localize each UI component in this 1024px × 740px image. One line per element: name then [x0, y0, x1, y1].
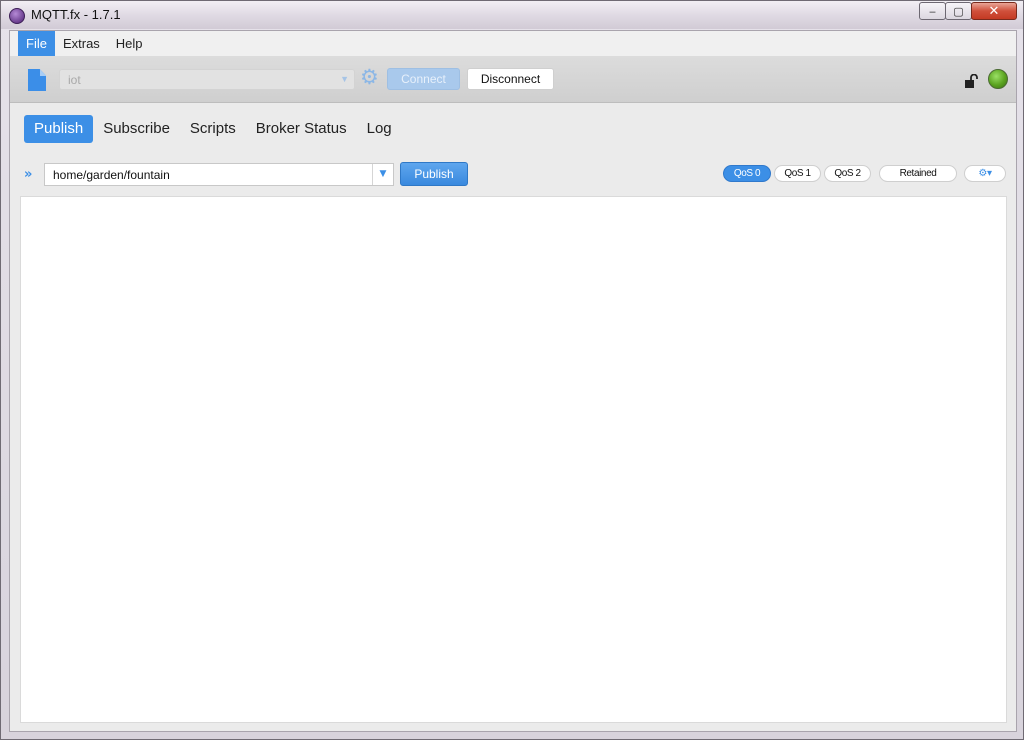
tab-publish[interactable]: Publish: [24, 114, 94, 143]
disconnect-button[interactable]: Disconnect: [467, 68, 554, 90]
connection-profile-select[interactable]: iot ▼: [59, 69, 355, 90]
options-gear-icon[interactable]: ⚙▾: [964, 165, 1006, 182]
publish-button[interactable]: Publish: [400, 162, 468, 186]
close-button[interactable]: ✕: [971, 2, 1017, 20]
tab-subscribe[interactable]: Subscribe: [93, 115, 180, 143]
main-tabs: Publish Subscribe Scripts Broker Status …: [24, 114, 402, 143]
mqtt-fx-logo-icon[interactable]: [9, 8, 25, 24]
minimize-button[interactable]: ‒: [919, 2, 946, 20]
connection-toolbar: iot ▼ ⚙ Connect Disconnect: [10, 56, 1016, 103]
qos-2-toggle[interactable]: QoS 2: [824, 165, 871, 182]
new-file-icon[interactable]: [28, 69, 46, 91]
menu-extras[interactable]: Extras: [55, 31, 108, 56]
unlocked-padlock-icon: [965, 74, 978, 88]
menu-bar: File Extras Help: [10, 31, 1016, 56]
retained-toggle[interactable]: Retained: [879, 165, 957, 182]
qos-1-toggle[interactable]: QoS 1: [774, 165, 821, 182]
client-area: File Extras Help iot ▼ ⚙ Connect Disconn…: [9, 30, 1017, 732]
connect-button[interactable]: Connect: [387, 68, 460, 90]
app-window: MQTT.fx - 1.7.1 ‒ ▢ ✕ File Extras Help i…: [0, 0, 1024, 740]
topic-input[interactable]: home/garden/fountain ▼: [44, 163, 394, 186]
maximize-button[interactable]: ▢: [945, 2, 972, 20]
gear-icon[interactable]: ⚙: [360, 67, 379, 88]
window-title: MQTT.fx - 1.7.1: [31, 7, 121, 22]
connection-profile-value: iot: [68, 73, 81, 87]
tab-broker-status[interactable]: Broker Status: [246, 115, 357, 143]
chevron-down-icon: ▼: [340, 74, 349, 84]
topic-dropdown-button[interactable]: ▼: [372, 164, 393, 185]
menu-help[interactable]: Help: [108, 31, 151, 56]
expand-double-chevron-icon[interactable]: »: [24, 167, 32, 182]
connection-status-light-icon: [988, 69, 1008, 89]
window-controls: ‒ ▢ ✕: [919, 2, 1017, 20]
payload-editor[interactable]: [20, 196, 1007, 723]
title-bar[interactable]: MQTT.fx - 1.7.1 ‒ ▢ ✕: [1, 1, 1023, 29]
topic-value: home/garden/fountain: [53, 168, 170, 182]
tab-log[interactable]: Log: [357, 115, 402, 143]
menu-file[interactable]: File: [18, 31, 55, 56]
tab-scripts[interactable]: Scripts: [180, 115, 246, 143]
qos-0-toggle[interactable]: QoS 0: [723, 165, 771, 182]
